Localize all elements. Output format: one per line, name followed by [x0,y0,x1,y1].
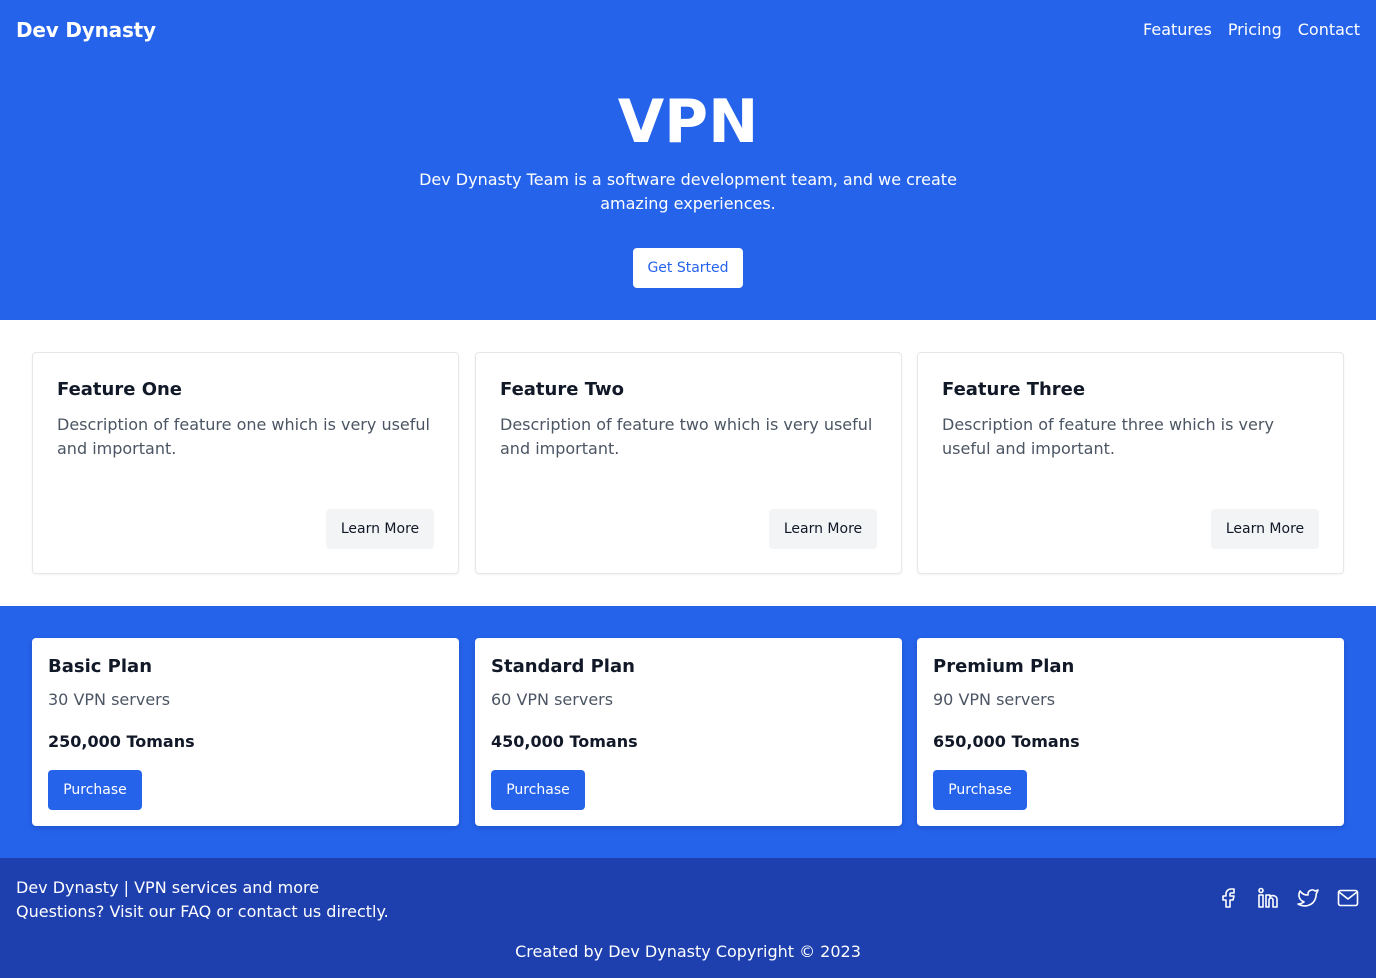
plan-price: 250,000 Tomans [48,732,195,751]
plan-name: Standard Plan [491,656,635,677]
main-nav: Features Pricing Contact [1143,20,1360,39]
feature-card: Feature Two Description of feature two w… [475,352,902,574]
pricing-section: Basic Plan 30 VPN servers 250,000 Tomans… [0,606,1376,858]
nav-link-contact[interactable]: Contact [1298,20,1360,39]
facebook-icon[interactable] [1216,886,1240,910]
feature-title: Feature Three [942,379,1086,400]
social-links [1216,886,1360,910]
plan-name: Basic Plan [48,656,153,677]
mail-icon[interactable] [1336,886,1360,910]
footer-tagline: Dev Dynasty | VPN services and more [16,878,320,897]
learn-more-button[interactable]: Learn More [769,509,877,549]
linkedin-icon[interactable] [1256,886,1280,910]
plan-card: Basic Plan 30 VPN servers 250,000 Tomans… [32,638,459,826]
feature-description: Description of feature two which is very… [500,415,873,458]
learn-more-button[interactable]: Learn More [326,509,434,549]
footer-contact-text: Questions? Visit our FAQ or contact us d… [16,902,389,921]
purchase-button[interactable]: Purchase [491,770,585,810]
features-section: Feature One Description of feature one w… [0,320,1376,606]
twitter-icon[interactable] [1296,886,1320,910]
learn-more-button[interactable]: Learn More [1211,509,1319,549]
hero-title: VPN [617,87,759,157]
plan-name: Premium Plan [933,656,1075,677]
plan-servers: 90 VPN servers [933,690,1056,709]
nav-link-features[interactable]: Features [1143,20,1212,39]
feature-card: Feature One Description of feature one w… [32,352,459,574]
get-started-button[interactable]: Get Started [633,248,743,288]
site-footer: Dev Dynasty | VPN services and more Ques… [0,858,1376,978]
feature-description: Description of feature one which is very… [57,415,430,458]
hero-section: Dev Dynasty Features Pricing Contact VPN… [0,0,1376,320]
purchase-button[interactable]: Purchase [933,770,1027,810]
purchase-button[interactable]: Purchase [48,770,142,810]
feature-card: Feature Three Description of feature thr… [917,352,1344,574]
feature-title: Feature One [57,379,183,400]
plan-servers: 30 VPN servers [48,690,171,709]
nav-link-pricing[interactable]: Pricing [1228,20,1282,39]
plan-card: Standard Plan 60 VPN servers 450,000 Tom… [475,638,902,826]
feature-title: Feature Two [500,379,624,400]
feature-description: Description of feature three which is ve… [942,415,1274,458]
plan-card: Premium Plan 90 VPN servers 650,000 Toma… [917,638,1344,826]
plan-price: 450,000 Tomans [491,732,638,751]
plan-servers: 60 VPN servers [491,690,614,709]
hero-description: Dev Dynasty Team is a software developme… [419,170,957,213]
brand-logo[interactable]: Dev Dynasty [16,18,156,42]
copyright-text: Created by Dev Dynasty Copyright © 2023 [515,942,861,961]
plan-price: 650,000 Tomans [933,732,1080,751]
